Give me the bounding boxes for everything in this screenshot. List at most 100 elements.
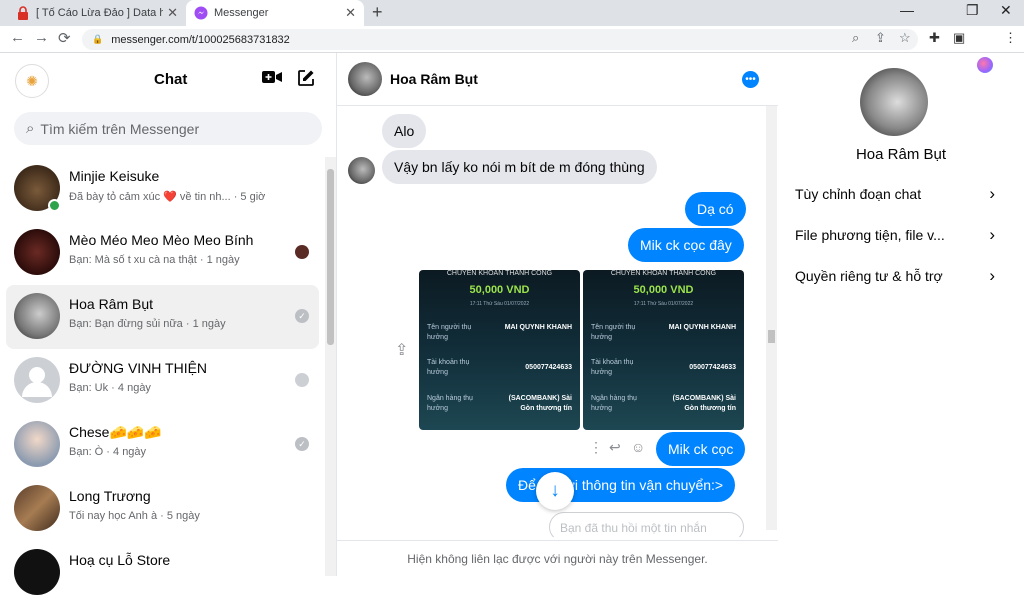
info-panel: Hoa Râm Bụt Tùy chỉnh đoạn chat › File p… bbox=[778, 53, 1024, 576]
message-bubble[interactable]: Alo bbox=[382, 114, 427, 148]
conversation-item[interactable]: Long Trương Tối nay học Anh à · 5 ngày bbox=[6, 477, 319, 541]
footer-notice: Hiện không liên lạc được với người này t… bbox=[337, 540, 778, 576]
close-tab-icon[interactable]: ✕ bbox=[345, 5, 356, 21]
chevron-right-icon: › bbox=[989, 266, 995, 285]
receipt-image[interactable]: CHUYỂN KHOẢN THÀNH CÔNG 50,000 VND 17:11… bbox=[419, 270, 580, 430]
zoom-icon[interactable]: ⌕ bbox=[852, 30, 859, 46]
seen-avatar bbox=[295, 245, 309, 259]
conversation-preview: Bạn: Uk · 4 ngày bbox=[69, 382, 151, 394]
sent-check-icon: ✓ bbox=[295, 437, 309, 451]
bookmark-star-icon[interactable]: ☆ bbox=[899, 30, 911, 46]
browser-tab-bar: [ Tố Cáo Lừa Đảo ] Data hệ thống ✕ Messe… bbox=[0, 0, 1024, 26]
receipt-label: Tài khoản thụ hưởng bbox=[427, 359, 470, 376]
browser-menu-icon[interactable]: ⋮ bbox=[1004, 30, 1017, 46]
conversation-item[interactable]: ĐƯỜNG VINH THIỆN Bạn: Uk · 4 ngày bbox=[6, 349, 319, 413]
message-more-icon[interactable]: ⋮ bbox=[589, 439, 603, 456]
address-bar-row: ← → ⟳ 🔒 messenger.com/t/100025683731832 … bbox=[0, 26, 1024, 73]
back-icon[interactable]: ← bbox=[10, 29, 25, 46]
receipt-datetime: 17:11 Thứ Sáu 01/07/2022 bbox=[469, 301, 530, 307]
receipt-label: Tài khoản thụ hưởng bbox=[591, 359, 634, 376]
chevron-right-icon: › bbox=[989, 184, 995, 203]
tab-title: Messenger bbox=[214, 7, 269, 19]
message-bubble[interactable]: Vậy bn lấy ko nói m bít de m đóng thùng bbox=[382, 150, 657, 184]
avatar bbox=[14, 549, 60, 595]
lock-icon: 🔒 bbox=[92, 34, 104, 44]
contact-profile-avatar[interactable] bbox=[860, 68, 928, 136]
option-label: File phương tiện, file v... bbox=[795, 227, 945, 243]
reload-icon[interactable]: ⟳ bbox=[58, 29, 71, 47]
message-bubble[interactable]: Dạ có bbox=[685, 192, 746, 226]
conversation-scrollbar[interactable] bbox=[766, 106, 777, 530]
receipt-value: (SACOMBANK) Sài Gòn thương tín bbox=[508, 395, 572, 412]
browser-tab-1[interactable]: [ Tố Cáo Lừa Đảo ] Data hệ thống ✕ bbox=[8, 0, 186, 26]
search-input[interactable]: ⌕ Tìm kiếm trên Messenger bbox=[14, 112, 322, 145]
conversation-preview: Bạn: Ò · 4 ngày bbox=[69, 446, 147, 458]
conversation-header: Hoa Râm Bụt ••• bbox=[337, 53, 778, 106]
receipt-image[interactable]: CHUYỂN KHOẢN THÀNH CÔNG 50,000 VND 17:11… bbox=[583, 270, 744, 430]
url-bar[interactable]: 🔒 messenger.com/t/100025683731832 bbox=[82, 29, 918, 50]
seen-avatar bbox=[295, 373, 309, 387]
side-panel-icon[interactable]: ▣ bbox=[953, 30, 965, 46]
conversation-name: Chese🧀🧀🧀 bbox=[69, 424, 162, 440]
browser-tab-2[interactable]: Messenger ✕ bbox=[186, 0, 364, 26]
scroll-to-bottom-button[interactable]: ↓ bbox=[536, 472, 574, 510]
online-indicator bbox=[48, 199, 61, 212]
minimize-icon[interactable]: — bbox=[900, 2, 914, 18]
conversation-preview: Tối nay học Anh à · 5 ngày bbox=[69, 510, 200, 522]
option-privacy-support[interactable]: Quyền riêng tư & hỗ trợ › bbox=[795, 263, 995, 289]
receipt-label: Ngân hàng thụ hưởng bbox=[427, 395, 473, 412]
contact-avatar[interactable] bbox=[348, 62, 382, 96]
compose-icon[interactable] bbox=[297, 69, 315, 92]
avatar bbox=[14, 485, 60, 531]
conversation-item[interactable]: Chese🧀🧀🧀 Bạn: Ò · 4 ngày ✓ bbox=[6, 413, 319, 477]
option-label: Quyền riêng tư & hỗ trợ bbox=[795, 268, 943, 284]
tab-title: [ Tố Cáo Lừa Đảo ] Data hệ thống bbox=[36, 7, 164, 19]
conversation-item[interactable]: Hoạ cụ Lỗ Store bbox=[6, 541, 319, 605]
new-tab-button[interactable]: + bbox=[372, 2, 383, 23]
scrollbar-thumb[interactable] bbox=[768, 330, 775, 343]
chat-list-pane: ✺ Chat ⌕ Tìm kiếm trên Messenger Minjie … bbox=[0, 53, 337, 595]
scrollbar-thumb[interactable] bbox=[327, 169, 334, 345]
receipt-amount: 50,000 VND bbox=[469, 284, 530, 296]
conversation-pane: Hoa Râm Bụt ••• Alo Vậy bn lấy ko nói m … bbox=[337, 53, 778, 576]
conversation-name: Hoa Râm Bụt bbox=[69, 296, 154, 312]
conversation-item[interactable]: Minjie Keisuke Đã bày tỏ cảm xúc ❤️ về t… bbox=[6, 157, 319, 221]
avatar bbox=[14, 229, 60, 275]
receipt-title: CHUYỂN KHOẢN THÀNH CÔNG bbox=[446, 270, 553, 277]
reply-icon[interactable]: ↩ bbox=[609, 439, 621, 456]
default-avatar-icon bbox=[22, 367, 52, 397]
receipt-value: 050077424633 bbox=[525, 364, 572, 371]
contact-name[interactable]: Hoa Râm Bụt bbox=[390, 71, 478, 87]
messenger-icon bbox=[194, 6, 208, 20]
message-bubble[interactable]: Mik ck cọc bbox=[656, 432, 746, 466]
react-emoji-icon[interactable]: ☺ bbox=[631, 439, 645, 455]
conversation-preview: Đã bày tỏ cảm xúc ❤️ về tin nh... · 5 gi… bbox=[69, 191, 266, 203]
share-icon[interactable]: ⇪ bbox=[395, 340, 408, 360]
chat-title: Chat bbox=[154, 71, 188, 88]
info-contact-name: Hoa Râm Bụt bbox=[855, 146, 947, 163]
option-media-files[interactable]: File phương tiện, file v... › bbox=[795, 222, 995, 248]
url-text: messenger.com/t/100025683731832 bbox=[111, 33, 290, 46]
close-tab-icon[interactable]: ✕ bbox=[167, 5, 178, 21]
close-window-icon[interactable]: ✕ bbox=[1000, 2, 1012, 19]
option-customize-chat[interactable]: Tùy chỉnh đoạn chat › bbox=[795, 181, 995, 207]
conversation-name: Mèo Méo Meo Mèo Meo Bính bbox=[69, 232, 254, 248]
forward-icon[interactable]: → bbox=[34, 29, 49, 46]
extensions-puzzle-icon[interactable]: ✚ bbox=[929, 30, 940, 46]
conversation-preview: Bạn: Bạn đừng sủi nữa · 1 ngày bbox=[69, 318, 226, 330]
chevron-right-icon: › bbox=[989, 225, 995, 244]
receipt-amount: 50,000 VND bbox=[633, 284, 694, 296]
more-options-icon[interactable]: ••• bbox=[742, 71, 759, 88]
conversation-item[interactable]: Hoa Râm Bụt Bạn: Bạn đừng sủi nữa · 1 ng… bbox=[6, 285, 319, 349]
receipt-label: Tên người thụ hưởng bbox=[591, 324, 636, 341]
avatar bbox=[14, 421, 60, 467]
share-icon[interactable]: ⇪ bbox=[875, 30, 886, 46]
chat-list-scrollbar[interactable] bbox=[325, 157, 336, 576]
new-video-call-icon[interactable] bbox=[262, 69, 282, 89]
maximize-icon[interactable]: ❐ bbox=[966, 2, 979, 19]
conversation-name: ĐƯỜNG VINH THIỆN bbox=[69, 360, 208, 376]
unsent-message: Bạn đã thu hồi một tin nhắn bbox=[549, 512, 744, 537]
conversation-item[interactable]: Mèo Méo Meo Mèo Meo Bính Bạn: Mà số t xu… bbox=[6, 221, 319, 285]
user-avatar[interactable]: ✺ bbox=[15, 64, 49, 98]
message-bubble[interactable]: Mik ck cọc đây bbox=[628, 228, 744, 262]
